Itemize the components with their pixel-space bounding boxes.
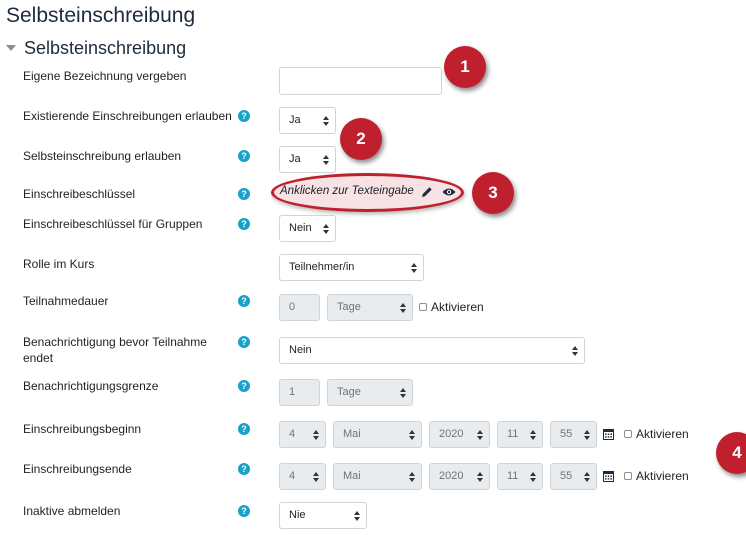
end-hour: 11 bbox=[507, 470, 519, 482]
group-key-value: Nein bbox=[289, 222, 312, 234]
duration-unit-select[interactable]: Tage bbox=[327, 294, 413, 321]
question-circle-icon[interactable]: ? bbox=[238, 295, 250, 307]
notify-before-select[interactable]: Nein bbox=[279, 337, 585, 364]
question-circle-icon[interactable]: ? bbox=[238, 336, 250, 348]
start-enable-checkbox[interactable] bbox=[624, 430, 632, 438]
end-enable-label: Aktivieren bbox=[636, 469, 689, 483]
duration-unit: Tage bbox=[337, 301, 361, 313]
end-year: 2020 bbox=[439, 470, 464, 482]
start-day-select[interactable]: 4 bbox=[279, 421, 326, 448]
existing-enrol-value: Ja bbox=[289, 114, 301, 126]
notify-before-label: Benachrichtigung bevor Teilnahme bbox=[23, 335, 207, 349]
start-hour-select[interactable]: 11 bbox=[497, 421, 543, 448]
question-circle-icon[interactable]: ? bbox=[238, 380, 250, 392]
notify-before-label-line2: endet bbox=[23, 351, 54, 365]
question-circle-icon[interactable]: ? bbox=[238, 110, 250, 122]
end-minute: 55 bbox=[560, 470, 573, 482]
start-year-select[interactable]: 2020 bbox=[429, 421, 490, 448]
inactive-value: Nie bbox=[289, 509, 306, 521]
eye-icon[interactable] bbox=[442, 187, 456, 197]
allow-self-select[interactable]: Ja bbox=[279, 146, 336, 173]
existing-enrol-label: Existierende Einschreibungen erlauben bbox=[23, 109, 232, 123]
notify-threshold-number-input[interactable]: 1 bbox=[279, 379, 320, 406]
enrol-start-label: Einschreibungsbeginn bbox=[23, 422, 142, 436]
enrol-key-label: Einschreibeschlüssel bbox=[23, 187, 136, 201]
start-month: Mai bbox=[343, 428, 361, 440]
calendar-icon[interactable] bbox=[603, 428, 614, 440]
role-value: Teilnehmer/in bbox=[289, 261, 355, 273]
custom-name-label: Eigene Bezeichnung vergeben bbox=[23, 69, 187, 83]
end-year-select[interactable]: 2020 bbox=[429, 463, 490, 490]
end-hour-select[interactable]: 11 bbox=[497, 463, 543, 490]
callout-badge-2: 2 bbox=[340, 118, 382, 160]
notify-threshold-unit-select[interactable]: Tage bbox=[327, 379, 413, 406]
start-hour: 11 bbox=[507, 428, 519, 440]
callout-badge-1: 1 bbox=[444, 46, 486, 88]
allow-self-label: Selbsteinschreibung erlauben bbox=[23, 149, 182, 163]
end-month-select[interactable]: Mai bbox=[333, 463, 422, 490]
calendar-icon[interactable] bbox=[603, 470, 614, 482]
question-circle-icon[interactable]: ? bbox=[238, 150, 250, 162]
notify-threshold-unit: Tage bbox=[337, 386, 361, 398]
callout-badge-3: 3 bbox=[472, 172, 514, 214]
question-circle-icon[interactable]: ? bbox=[238, 188, 250, 200]
role-select[interactable]: Teilnehmer/in bbox=[279, 254, 424, 281]
duration-number-input[interactable]: 0 bbox=[279, 294, 320, 321]
start-month-select[interactable]: Mai bbox=[333, 421, 422, 448]
pencil-icon[interactable] bbox=[421, 186, 433, 198]
duration-enable-checkbox[interactable] bbox=[419, 303, 427, 311]
question-circle-icon[interactable]: ? bbox=[238, 218, 250, 230]
notify-before-value: Nein bbox=[289, 344, 312, 356]
start-minute: 55 bbox=[560, 428, 573, 440]
end-enable-checkbox[interactable] bbox=[624, 472, 632, 480]
caret-down-icon[interactable] bbox=[6, 45, 16, 51]
question-circle-icon[interactable]: ? bbox=[238, 423, 250, 435]
existing-enrol-select[interactable]: Ja bbox=[279, 107, 336, 134]
question-circle-icon[interactable]: ? bbox=[238, 463, 250, 475]
role-label: Rolle im Kurs bbox=[23, 257, 95, 271]
start-year: 2020 bbox=[439, 428, 464, 440]
start-day: 4 bbox=[289, 428, 296, 440]
section-title[interactable]: Selbsteinschreibung bbox=[24, 38, 186, 59]
callout-badge-4: 4 bbox=[716, 432, 746, 474]
inactive-label: Inaktive abmelden bbox=[23, 504, 121, 518]
duration-number: 0 bbox=[289, 301, 296, 313]
enrol-end-label: Einschreibungsende bbox=[23, 462, 132, 476]
question-circle-icon[interactable]: ? bbox=[238, 505, 250, 517]
page-title: Selbsteinschreibung bbox=[6, 4, 196, 27]
end-day-select[interactable]: 4 bbox=[279, 463, 326, 490]
custom-name-input[interactable] bbox=[279, 67, 442, 95]
group-key-select[interactable]: Nein bbox=[279, 215, 336, 242]
start-minute-select[interactable]: 55 bbox=[550, 421, 597, 448]
allow-self-value: Ja bbox=[289, 153, 301, 165]
notify-threshold-label: Benachrichtigungsgrenze bbox=[23, 379, 159, 393]
group-key-label: Einschreibeschlüssel für Gruppen bbox=[23, 217, 203, 231]
start-enable-label: Aktivieren bbox=[636, 427, 689, 441]
end-minute-select[interactable]: 55 bbox=[550, 463, 597, 490]
end-day: 4 bbox=[289, 470, 296, 482]
end-month: Mai bbox=[343, 470, 361, 482]
duration-label: Teilnahmedauer bbox=[23, 294, 109, 308]
inactive-select[interactable]: Nie bbox=[279, 502, 367, 529]
enrol-key-inplace-edit[interactable]: Anklicken zur Texteingabe bbox=[280, 185, 414, 197]
notify-threshold-number: 1 bbox=[289, 386, 296, 398]
duration-enable-label: Aktivieren bbox=[431, 300, 484, 314]
